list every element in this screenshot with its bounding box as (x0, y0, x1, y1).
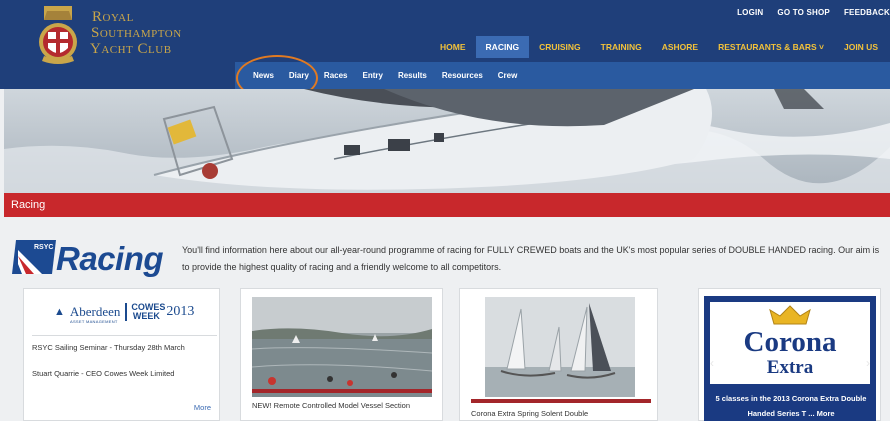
harbour-photo (252, 297, 432, 397)
model-vessel-card[interactable]: NEW! Remote Controlled Model Vessel Sect… (240, 288, 443, 421)
model-vessel-photo[interactable] (252, 297, 432, 397)
nav-restaurants-bars[interactable]: RESTAURANTS & BARS ˅ (708, 36, 834, 58)
speaker-item[interactable]: Stuart Quarrie - CEO Cowes Week Limited (32, 369, 217, 379)
intro-text: You'll find information here about our a… (182, 245, 880, 272)
sponsor-name: Aberdeen (69, 304, 121, 319)
corona-extra-promo-card[interactable]: Corona Extra ‹ › 5 classes in the 2013 C… (698, 288, 881, 421)
sailboat-illustration (4, 89, 890, 193)
site-header: Royal Southampton Yacht Club LOGIN GO TO… (0, 0, 890, 89)
carousel-prev-icon[interactable]: ‹ (710, 356, 714, 370)
utility-nav: LOGIN GO TO SHOP FEEDBACK (737, 8, 890, 17)
red-rule (252, 389, 432, 393)
subnav-races[interactable]: Races (324, 71, 348, 80)
go-to-shop-link[interactable]: GO TO SHOP (777, 8, 830, 17)
racing-sub-nav: News Diary Races Entry Results Resources… (235, 62, 890, 89)
nav-join-us[interactable]: JOIN US (834, 36, 888, 58)
subnav-results[interactable]: Results (398, 71, 427, 80)
racing-yachts-photo[interactable] (485, 297, 635, 397)
corona-brand-sub: Extra (766, 357, 814, 378)
hero-banner-image (4, 89, 890, 193)
nav-cruising[interactable]: CRUISING (529, 36, 591, 58)
corona-brand: Corona (743, 326, 837, 358)
event-name: COWES WEEK (125, 303, 165, 321)
club-name[interactable]: Royal Southampton Yacht Club (90, 9, 182, 57)
crown-icon (769, 305, 811, 325)
nav-racing[interactable]: RACING (475, 36, 530, 58)
more-link[interactable]: More (194, 403, 211, 412)
corona-promo-panel[interactable]: Corona Extra ‹ › 5 classes in the 2013 C… (704, 296, 876, 421)
main-nav: HOME RACING CRUISING TRAINING ASHORE RES… (430, 36, 888, 58)
nav-home[interactable]: HOME (430, 36, 476, 58)
subnav-entry[interactable]: Entry (363, 71, 383, 80)
aberdeen-sponsor-logo: ▲ Aberdeen ASSET MANAGEMENT COWES WEEK 2… (54, 303, 195, 325)
seminar-item[interactable]: RSYC Sailing Seminar - Thursday 28th Mar… (32, 343, 217, 353)
cowes-week-card[interactable]: ▲ Aberdeen ASSET MANAGEMENT COWES WEEK 2… (23, 288, 220, 421)
login-link[interactable]: LOGIN (737, 8, 763, 17)
corona-spring-card[interactable]: Corona Extra Spring Solent Double (459, 288, 658, 421)
event-year: 2013 (166, 304, 195, 319)
club-name-line-2: Southampton (91, 25, 182, 41)
nav-ashore[interactable]: ASHORE (652, 36, 708, 58)
page: Royal Southampton Yacht Club LOGIN GO TO… (0, 0, 890, 421)
club-name-line-3: Yacht Club (90, 41, 172, 57)
feedback-link[interactable]: FEEDBACK (844, 8, 890, 17)
section-title-bar: Racing (4, 193, 890, 217)
corona-logo: Corona Extra (710, 302, 870, 384)
racing-logo-rsyc: RSYC (34, 244, 54, 251)
subnav-resources[interactable]: Resources (442, 71, 483, 80)
racing-logo-word: Racing (56, 240, 164, 277)
nav-training[interactable]: TRAINING (591, 36, 652, 58)
card-caption[interactable]: Corona Extra Spring Solent Double (471, 409, 656, 419)
yachts-photo (485, 297, 635, 397)
subnav-crew[interactable]: Crew (498, 71, 518, 80)
red-rule (471, 399, 651, 403)
card-divider (32, 335, 217, 336)
aberdeen-triangle-icon: ▲ (54, 306, 65, 318)
card-caption[interactable]: NEW! Remote Controlled Model Vessel Sect… (252, 401, 437, 411)
card-caption[interactable]: 5 classes in the 2013 Corona Extra Doubl… (710, 391, 872, 421)
club-name-line-1: Royal (92, 9, 134, 25)
sponsor-subtitle: ASSET MANAGEMENT (70, 319, 118, 324)
club-crest-logo[interactable] (36, 6, 80, 68)
carousel-next-icon[interactable]: › (866, 356, 870, 370)
section-title: Racing (11, 199, 46, 211)
